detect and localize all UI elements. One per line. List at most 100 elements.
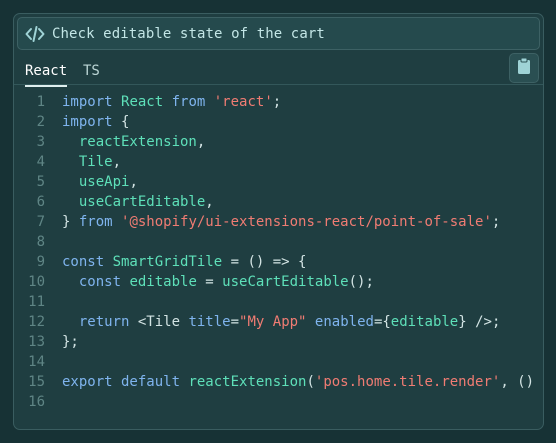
line-number: 6: [36, 194, 45, 210]
code-token: Tile: [78, 154, 113, 170]
line-number: 11: [28, 294, 45, 310]
line-number: 7: [36, 214, 45, 230]
code-token: ,: [129, 174, 138, 190]
code-token: title: [188, 314, 231, 330]
code-text: useApi,: [62, 172, 138, 192]
code-token: useCartEditable: [222, 274, 349, 290]
code-text: reactExtension,: [62, 132, 205, 152]
code-token: useApi: [78, 174, 130, 190]
code-token: ();: [348, 274, 374, 290]
code-line: 3 reactExtension,: [14, 132, 543, 152]
code-line: 9 const SmartGridTile = () => {: [14, 252, 543, 272]
line-number: 16: [28, 394, 45, 410]
code-token: reactExtension: [188, 374, 307, 390]
code-token: import: [62, 114, 122, 130]
code-text: export default reactExtension('pos.home.…: [62, 372, 534, 392]
code-line: 16: [14, 392, 543, 412]
code-line: 13};: [14, 332, 543, 352]
code-line: 8: [14, 232, 543, 252]
code-text: import React from 'react';: [62, 92, 281, 112]
code-token: editable: [129, 274, 197, 290]
code-token: }: [62, 214, 79, 230]
code-token: (: [306, 374, 315, 390]
tab-ts[interactable]: TS: [83, 63, 100, 85]
code-example-header: Check editable state of the cart: [17, 17, 540, 50]
code-text: };: [62, 332, 79, 352]
code-token: 'react': [213, 94, 273, 110]
line-number: 5: [36, 174, 45, 190]
code-line: 5 useApi,: [14, 172, 543, 192]
code-line: 7} from '@shopify/ui-extensions-react/po…: [14, 212, 543, 232]
code-token: ,: [205, 194, 214, 210]
code-token: const: [62, 254, 113, 270]
code-token: const: [78, 274, 130, 290]
code-line: 14: [14, 352, 543, 372]
code-line: 15 export default reactExtension('pos.hom…: [14, 372, 543, 392]
code-text: Tile,: [62, 152, 121, 172]
code-token: };: [62, 334, 79, 350]
code-line: 11: [14, 292, 543, 312]
code-token: ;: [272, 94, 282, 110]
code-token: ,: [196, 134, 206, 150]
code-token: useCartEditable: [78, 194, 206, 210]
line-number: 2: [36, 114, 45, 130]
line-number: 4: [36, 154, 45, 170]
code-token: editable: [390, 314, 459, 330]
code-token: return: [78, 314, 138, 330]
code-token: SmartGridTile: [112, 254, 223, 270]
line-number: 9: [36, 254, 45, 270]
code-token: import: [62, 94, 122, 110]
clipboard-icon: [517, 57, 531, 79]
code-token: =: [196, 274, 223, 290]
code-text: useCartEditable,: [62, 192, 214, 212]
code-line: 12 return <Tile title="My App" enabled={…: [14, 312, 543, 332]
code-token: ;: [491, 214, 501, 230]
code-line: 4 Tile,: [14, 152, 543, 172]
code-token: enabled: [314, 314, 374, 330]
line-number: 1: [36, 94, 45, 110]
code-line: 10 const editable = useCartEditable();: [14, 272, 543, 292]
code-token: reactExtension: [78, 134, 197, 150]
code-token: , (): [500, 374, 535, 390]
code-token: = () => {: [222, 254, 307, 270]
code-example-card: Check editable state of the cart React T…: [13, 13, 544, 430]
copy-code-button[interactable]: [509, 53, 539, 83]
code-line: 6 useCartEditable,: [14, 192, 543, 212]
code-example-title: Check editable state of the cart: [52, 25, 325, 42]
code-text: } from '@shopify/ui-extensions-react/poi…: [62, 212, 500, 232]
line-number: 8: [36, 234, 45, 250]
line-number: 13: [28, 334, 45, 350]
code-token: from: [78, 214, 122, 230]
code-token: =: [230, 314, 240, 330]
language-tabs: React TS: [14, 54, 543, 87]
code-block: 1 import React from 'react'; 2 import {3 re…: [14, 92, 543, 412]
line-number: 10: [28, 274, 45, 290]
code-line: 1 import React from 'react';: [14, 92, 543, 112]
line-number: 3: [36, 134, 45, 150]
code-token: "My App": [239, 314, 307, 330]
code-token: {: [121, 114, 130, 130]
code-token: from: [163, 94, 214, 110]
code-token: <Tile: [137, 314, 189, 330]
code-line: 2 import {: [14, 112, 543, 132]
code-token: 'pos.home.tile.render': [314, 374, 501, 390]
code-icon: [25, 25, 45, 43]
tab-react[interactable]: React: [25, 63, 68, 87]
code-token: ,: [112, 154, 122, 170]
code-text: return <Tile title="My App" enabled={edi…: [62, 312, 501, 332]
code-text: import {: [62, 112, 129, 132]
code-token: React: [121, 94, 164, 110]
line-number: 12: [28, 314, 45, 330]
code-text: const SmartGridTile = () => {: [62, 252, 306, 272]
line-number: 14: [28, 354, 45, 370]
code-token: '@shopify/ui-extensions-react/point-of-s…: [121, 214, 492, 230]
code-text: const editable = useCartEditable();: [62, 272, 374, 292]
code-token: } />;: [458, 314, 501, 330]
